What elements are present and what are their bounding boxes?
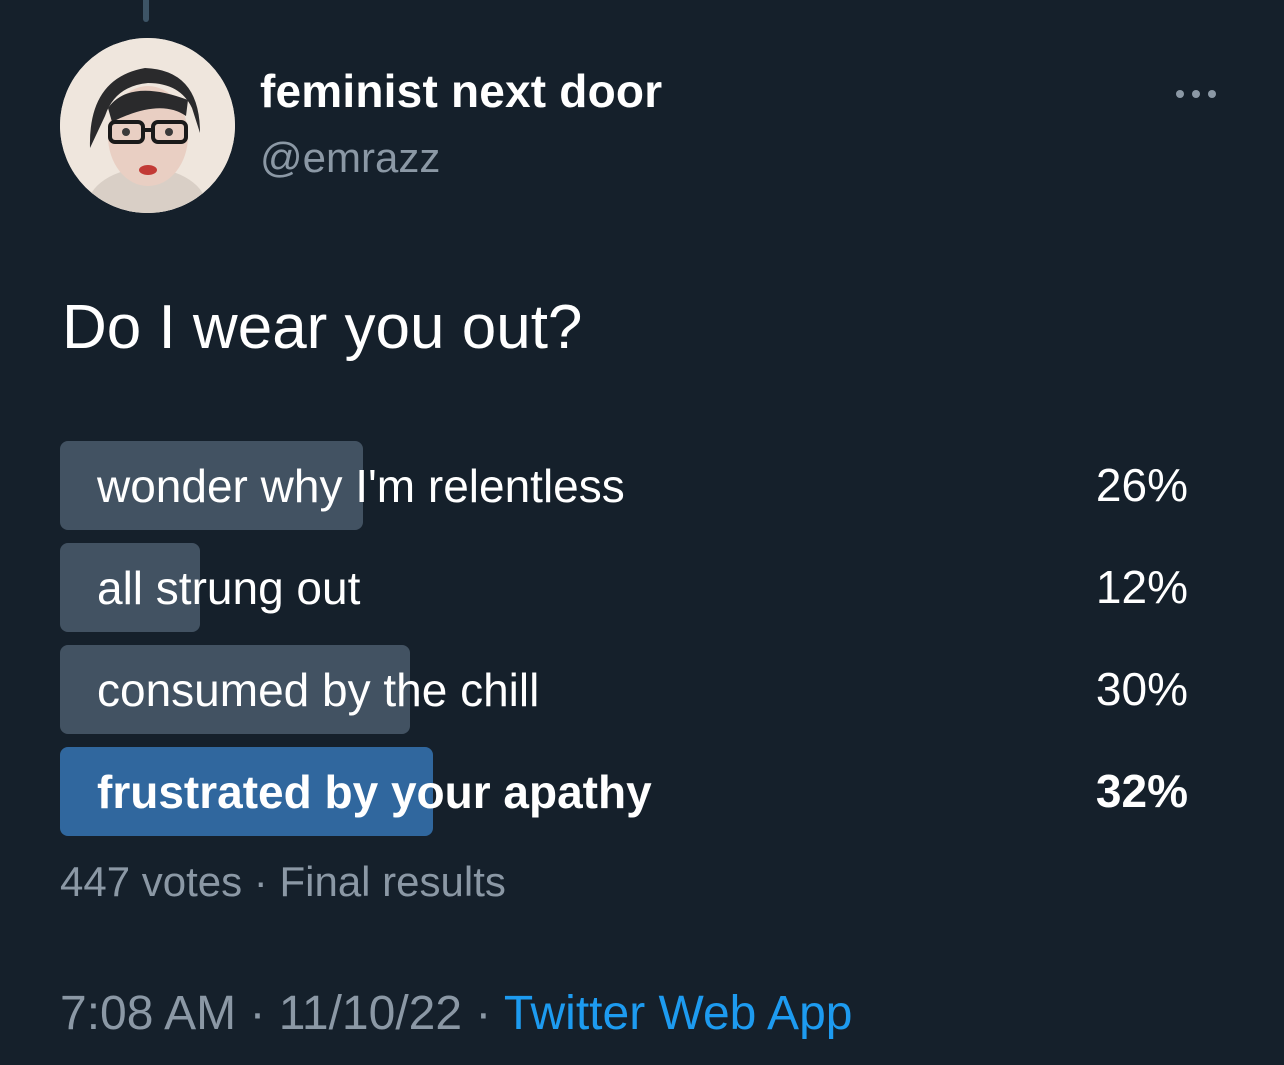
tweet-time[interactable]: 7:08 AM bbox=[60, 987, 236, 1040]
separator-dot: · bbox=[462, 987, 504, 1040]
profile-photo-icon bbox=[60, 38, 235, 213]
tweet-timestamp-row: 7:08 AM · 11/10/22 · Twitter Web App bbox=[60, 986, 852, 1041]
poll-option-label: wonder why I'm relentless bbox=[97, 459, 625, 512]
avatar[interactable] bbox=[60, 38, 235, 213]
display-name[interactable]: feminist next door bbox=[260, 64, 662, 118]
poll-option: consumed by the chill 30% bbox=[60, 645, 1188, 734]
more-options-button[interactable] bbox=[1168, 78, 1224, 110]
poll: wonder why I'm relentless 26% all strung… bbox=[60, 441, 1188, 849]
more-options-icon bbox=[1176, 90, 1216, 98]
poll-option: wonder why I'm relentless 26% bbox=[60, 441, 1188, 530]
poll-option-percent: 26% bbox=[1095, 459, 1188, 511]
thread-connector-line bbox=[143, 0, 149, 22]
tweet-source-link[interactable]: Twitter Web App bbox=[504, 987, 853, 1040]
separator-dot: · bbox=[242, 858, 280, 905]
poll-status: Final results bbox=[279, 858, 506, 905]
poll-option: frustrated by your apathy 32% bbox=[60, 747, 1188, 836]
poll-vote-count: 447 votes bbox=[60, 858, 243, 905]
tweet-date[interactable]: 11/10/22 bbox=[279, 987, 462, 1040]
user-handle[interactable]: @emrazz bbox=[260, 134, 440, 182]
poll-option-percent: 32% bbox=[1095, 765, 1188, 817]
separator-dot: · bbox=[236, 987, 279, 1040]
poll-summary: 447 votes · Final results bbox=[60, 858, 506, 906]
poll-option-label: frustrated by your apathy bbox=[97, 765, 652, 818]
poll-option-percent: 12% bbox=[1095, 561, 1188, 613]
poll-option-percent: 30% bbox=[1095, 663, 1188, 715]
tweet-text: Do I wear you out? bbox=[62, 293, 583, 362]
poll-option-label: all strung out bbox=[97, 561, 361, 614]
poll-option: all strung out 12% bbox=[60, 543, 1188, 632]
poll-option-label: consumed by the chill bbox=[97, 663, 540, 716]
